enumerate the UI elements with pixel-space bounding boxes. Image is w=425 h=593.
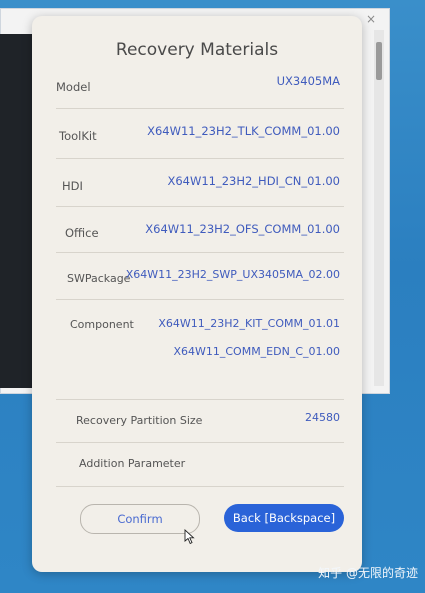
addition-parameter-label: Addition Parameter xyxy=(79,457,186,470)
back-button[interactable]: Back [Backspace] xyxy=(224,504,344,532)
divider xyxy=(56,252,344,253)
close-icon[interactable]: × xyxy=(364,12,378,26)
swpackage-label: SWPackage xyxy=(67,272,131,285)
divider xyxy=(56,158,344,159)
component-value-2: X64W11_COMM_EDN_C_01.00 xyxy=(173,345,340,358)
model-value: UX3405MA xyxy=(276,74,340,88)
toolkit-value: X64W11_23H2_TLK_COMM_01.00 xyxy=(147,124,340,138)
confirm-button[interactable]: Confirm xyxy=(80,504,200,534)
office-value: X64W11_23H2_OFS_COMM_01.00 xyxy=(145,222,340,236)
toolkit-label: ToolKit xyxy=(59,129,97,143)
model-label: Model xyxy=(56,80,91,94)
recovery-partition-size-value: 24580 xyxy=(305,411,340,424)
hdi-label: HDI xyxy=(62,179,83,193)
background-window-scrollbar-thumb[interactable] xyxy=(376,42,382,80)
office-label: Office xyxy=(65,226,99,240)
background-window-scrollbar[interactable] xyxy=(374,30,384,386)
divider xyxy=(56,399,344,400)
component-label: Component xyxy=(70,318,134,331)
hdi-value: X64W11_23H2_HDI_CN_01.00 xyxy=(167,174,340,188)
mouse-pointer-icon xyxy=(184,529,195,545)
divider xyxy=(56,108,344,109)
component-value: X64W11_23H2_KIT_COMM_01.01 xyxy=(158,317,340,330)
dialog-title: Recovery Materials xyxy=(115,40,279,60)
divider xyxy=(56,299,344,300)
recovery-partition-size-label: Recovery Partition Size xyxy=(76,414,203,427)
swpackage-value: X64W11_23H2_SWP_UX3405MA_02.00 xyxy=(125,268,340,281)
divider xyxy=(56,486,344,487)
recovery-materials-dialog: Recovery Materials Model UX3405MA ToolKi… xyxy=(32,16,362,572)
divider xyxy=(56,206,344,207)
watermark-text: 知乎 @无限的奇迹 xyxy=(318,566,418,580)
divider xyxy=(56,442,344,443)
